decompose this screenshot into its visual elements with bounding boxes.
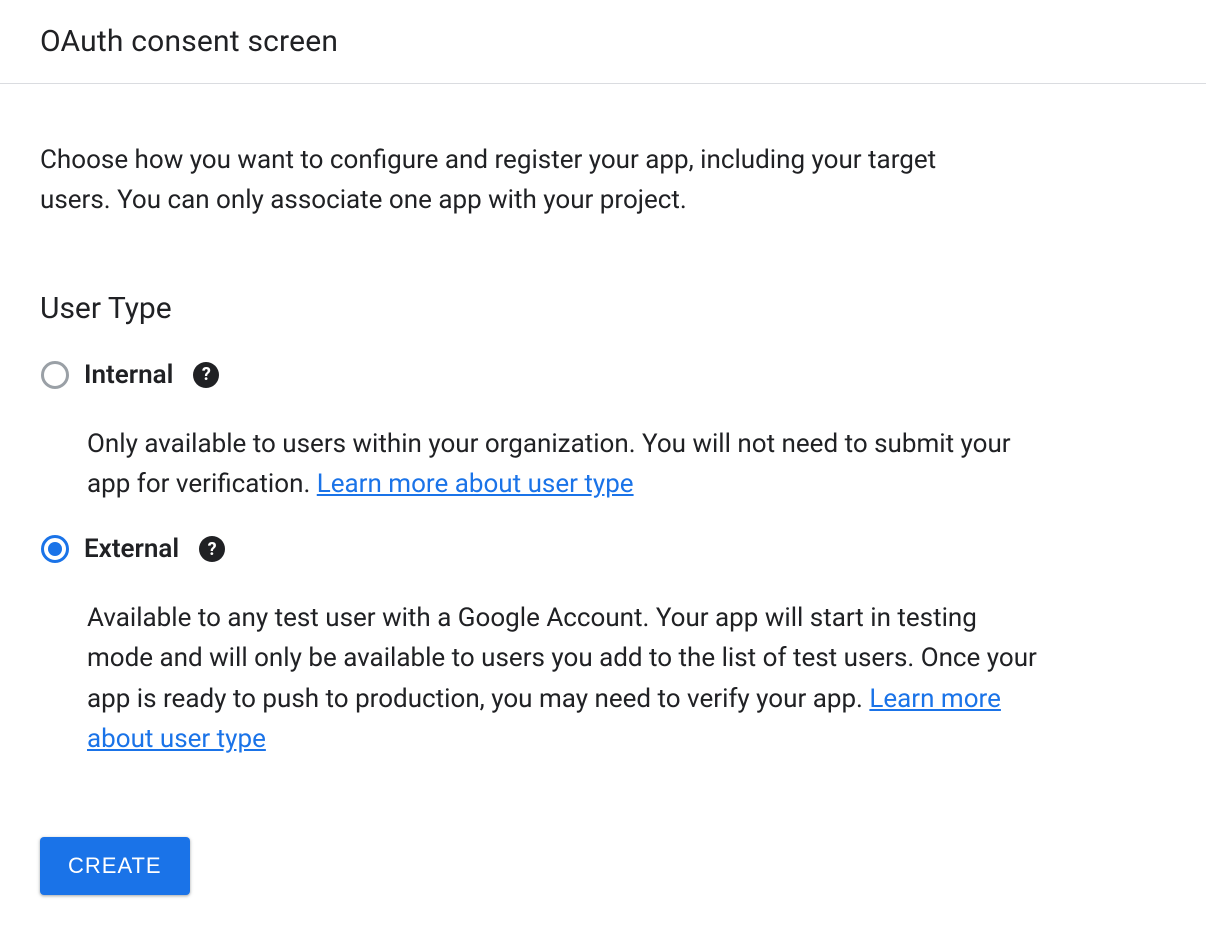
radio-label-external[interactable]: External — [84, 534, 179, 564]
main-content: Choose how you want to configure and reg… — [0, 84, 1080, 935]
user-type-radio-group: Internal ? Only available to users withi… — [40, 360, 1040, 760]
radio-circle-icon — [41, 361, 69, 389]
radio-label-internal[interactable]: Internal — [84, 360, 173, 390]
help-icon[interactable]: ? — [199, 536, 225, 562]
radio-internal[interactable] — [40, 360, 70, 390]
user-type-heading: User Type — [40, 291, 1040, 326]
internal-description: Only available to users within your orga… — [87, 424, 1040, 505]
radio-row-external: External ? — [40, 534, 1040, 564]
radio-option-external: External ? Available to any test user wi… — [40, 534, 1040, 759]
intro-text: Choose how you want to configure and reg… — [40, 140, 1000, 221]
radio-dot-icon — [48, 542, 62, 556]
create-button[interactable]: CREATE — [40, 837, 190, 895]
radio-circle-selected-icon — [41, 535, 69, 563]
radio-external[interactable] — [40, 534, 70, 564]
help-icon[interactable]: ? — [193, 362, 219, 388]
page-header: OAuth consent screen — [0, 0, 1206, 84]
page-title: OAuth consent screen — [40, 24, 1166, 59]
radio-option-internal: Internal ? Only available to users withi… — [40, 360, 1040, 505]
external-description: Available to any test user with a Google… — [87, 598, 1040, 759]
learn-more-link-internal[interactable]: Learn more about user type — [317, 469, 634, 499]
radio-row-internal: Internal ? — [40, 360, 1040, 390]
